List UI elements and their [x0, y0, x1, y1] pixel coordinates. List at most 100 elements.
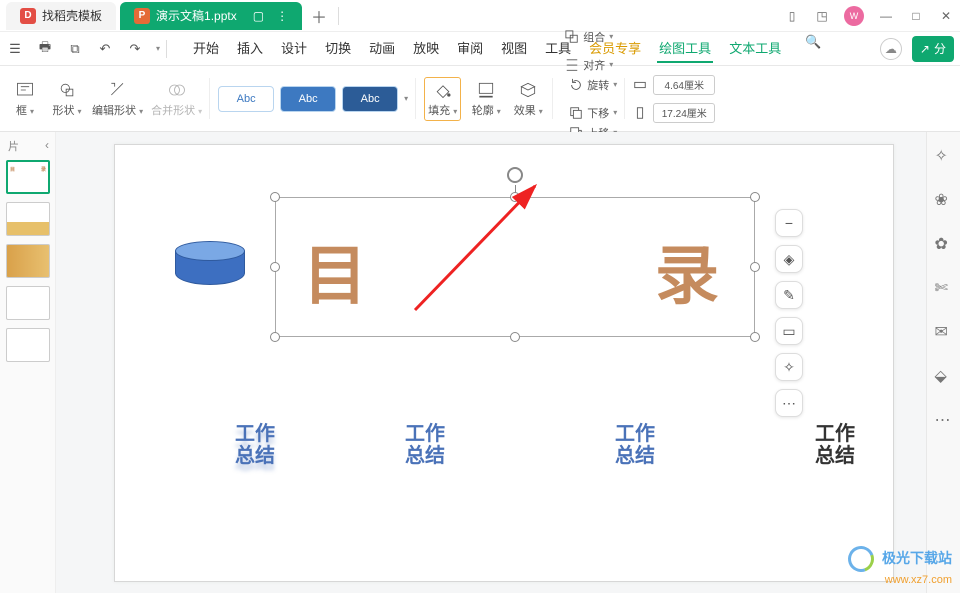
- rotate-handle[interactable]: [507, 167, 523, 183]
- rail-more-icon[interactable]: ⋯: [935, 410, 953, 428]
- pill-edit[interactable]: ✎: [775, 281, 803, 309]
- rail-chat-icon[interactable]: ✉: [935, 322, 953, 340]
- preview-icon[interactable]: ⧉: [66, 40, 84, 58]
- tab-menu-icon[interactable]: ⋮: [276, 9, 288, 23]
- cylinder-shape[interactable]: [175, 241, 245, 291]
- context-toolbar: − ◈ ✎ ▭ ✧ ⋯: [775, 209, 803, 417]
- wordart-3[interactable]: 工作 总结: [605, 423, 665, 467]
- share-button[interactable]: ↗ 分: [912, 36, 954, 62]
- handle-se[interactable]: [750, 332, 760, 342]
- menu-animation[interactable]: 动画: [367, 34, 397, 63]
- height-icon: [633, 106, 647, 120]
- menu-text-tools[interactable]: 文本工具: [727, 34, 783, 63]
- quick-access: ☰ 🖶 ⧉ ↶ ↷ ▾: [6, 40, 160, 58]
- rail-shape-icon[interactable]: ✿: [935, 234, 953, 252]
- menu-transition[interactable]: 切换: [323, 34, 353, 63]
- title-bar: D 找稻壳模板 P 演示文稿1.pptx ▢ ⋮ ＋ ▯ ◳ W — □ ✕: [0, 0, 960, 32]
- menu-bar: ☰ 🖶 ⧉ ↶ ↷ ▾ 开始 插入 设计 切换 动画 放映 审阅 视图 工具 会…: [0, 32, 960, 66]
- minimize-button[interactable]: —: [878, 9, 894, 23]
- pill-zoomout[interactable]: −: [775, 209, 803, 237]
- tab-document[interactable]: P 演示文稿1.pptx ▢ ⋮: [120, 2, 302, 30]
- close-button[interactable]: ✕: [938, 9, 954, 23]
- redo-icon[interactable]: ↷: [126, 40, 144, 58]
- thumb-1[interactable]: 目录: [6, 160, 50, 194]
- shape-tool[interactable]: 形状 ▾: [50, 80, 84, 118]
- menu-slideshow[interactable]: 放映: [411, 34, 441, 63]
- rail-pin-icon[interactable]: ✧: [935, 146, 953, 164]
- thumb-5[interactable]: [6, 328, 50, 362]
- width-field[interactable]: 4.64厘米: [653, 75, 715, 95]
- menu-start[interactable]: 开始: [191, 34, 221, 63]
- group-tool[interactable]: 组合▾: [565, 29, 613, 45]
- wordart-4[interactable]: 工作 总结: [805, 423, 865, 467]
- canvas[interactable]: 目 录 工作 总结 工作 总结 工作 总结 工作 总结 − ◈ ✎ ▭ ✧ ⋯: [56, 132, 926, 593]
- tab-templates[interactable]: D 找稻壳模板: [6, 2, 116, 30]
- watermark-title: 极光下载站: [882, 550, 952, 566]
- textbox-tool[interactable]: 框 ▾: [8, 80, 42, 118]
- menu-view[interactable]: 视图: [499, 34, 529, 63]
- watermark-url: www.xz7.com: [885, 574, 952, 586]
- right-rail: ✧ ❀ ✿ ✄ ✉ ⬙ ⋯: [926, 132, 960, 593]
- cloud-icon[interactable]: ☁: [880, 38, 902, 60]
- selected-textbox[interactable]: 目 录: [275, 197, 755, 337]
- handle-w[interactable]: [270, 262, 280, 272]
- undo-icon[interactable]: ↶: [96, 40, 114, 58]
- height-row: 17.24厘米: [633, 101, 715, 125]
- new-tab-button[interactable]: ＋: [306, 4, 332, 28]
- edit-shape-tool[interactable]: 编辑形状 ▾: [92, 80, 143, 118]
- pill-more[interactable]: ⋯: [775, 389, 803, 417]
- title-char-right: 录: [655, 225, 719, 317]
- watermark-logo: [843, 542, 878, 577]
- handle-sw[interactable]: [270, 332, 280, 342]
- merge-shape-tool[interactable]: 合并形状 ▾: [151, 80, 202, 118]
- present-icon[interactable]: ▢: [253, 9, 264, 23]
- fill-tool[interactable]: 填充 ▾: [424, 77, 461, 121]
- effect-tool[interactable]: 效果 ▾: [511, 80, 545, 118]
- style-more[interactable]: ▾: [404, 94, 408, 103]
- handle-ne[interactable]: [750, 192, 760, 202]
- rotate-tool[interactable]: 旋转▾: [569, 77, 617, 93]
- style-preset-2[interactable]: Abc: [280, 86, 336, 112]
- height-field[interactable]: 17.24厘米: [653, 103, 715, 123]
- menu-review[interactable]: 审阅: [455, 34, 485, 63]
- box-icon[interactable]: ◳: [814, 8, 830, 24]
- quick-more[interactable]: ▾: [156, 44, 160, 53]
- rail-clip-icon[interactable]: ✄: [935, 278, 953, 296]
- separator: [166, 40, 167, 58]
- tab-document-label: 演示文稿1.pptx: [156, 7, 237, 24]
- outline-tool[interactable]: 轮廓 ▾: [469, 80, 503, 118]
- thumbnail-panel: 片 ‹ 目录: [0, 132, 56, 593]
- menu-design[interactable]: 设计: [279, 34, 309, 63]
- menu-drawing-tools[interactable]: 绘图工具: [657, 34, 713, 63]
- menu-insert[interactable]: 插入: [235, 34, 265, 63]
- device-icon[interactable]: ▯: [784, 8, 800, 24]
- print-icon[interactable]: 🖶: [36, 40, 54, 58]
- handle-e[interactable]: [750, 262, 760, 272]
- pill-magic[interactable]: ✧: [775, 353, 803, 381]
- maximize-button[interactable]: □: [908, 9, 924, 23]
- style-preset-1[interactable]: Abc: [218, 86, 274, 112]
- avatar[interactable]: W: [844, 6, 864, 26]
- thumb-3[interactable]: [6, 244, 50, 278]
- rail-chart-icon[interactable]: ⬙: [935, 366, 953, 384]
- thumbs-collapse[interactable]: ‹: [45, 138, 49, 152]
- thumb-2[interactable]: [6, 202, 50, 236]
- save-icon[interactable]: ☰: [6, 40, 24, 58]
- handle-s[interactable]: [510, 332, 520, 342]
- wordart-1[interactable]: 工作 总结: [225, 423, 285, 467]
- handle-nw[interactable]: [270, 192, 280, 202]
- rail-style-icon[interactable]: ❀: [935, 190, 953, 208]
- style-preset-3[interactable]: Abc: [342, 86, 398, 112]
- slide[interactable]: 目 录 工作 总结 工作 总结 工作 总结 工作 总结 − ◈ ✎ ▭ ✧ ⋯: [114, 144, 894, 582]
- pill-layers[interactable]: ◈: [775, 245, 803, 273]
- pill-layout[interactable]: ▭: [775, 317, 803, 345]
- title-char-left: 目: [303, 225, 367, 317]
- align-tool[interactable]: 对齐▾: [565, 57, 613, 73]
- width-icon: [633, 78, 647, 92]
- handle-n[interactable]: [510, 192, 520, 202]
- main-menu: 开始 插入 设计 切换 动画 放映 审阅 视图 工具 会员专享 绘图工具 文本工…: [191, 34, 821, 63]
- thumb-4[interactable]: [6, 286, 50, 320]
- search-icon[interactable]: 🔍: [805, 34, 821, 63]
- movedown-tool[interactable]: 下移▾: [569, 105, 617, 121]
- wordart-2[interactable]: 工作 总结: [395, 423, 455, 467]
